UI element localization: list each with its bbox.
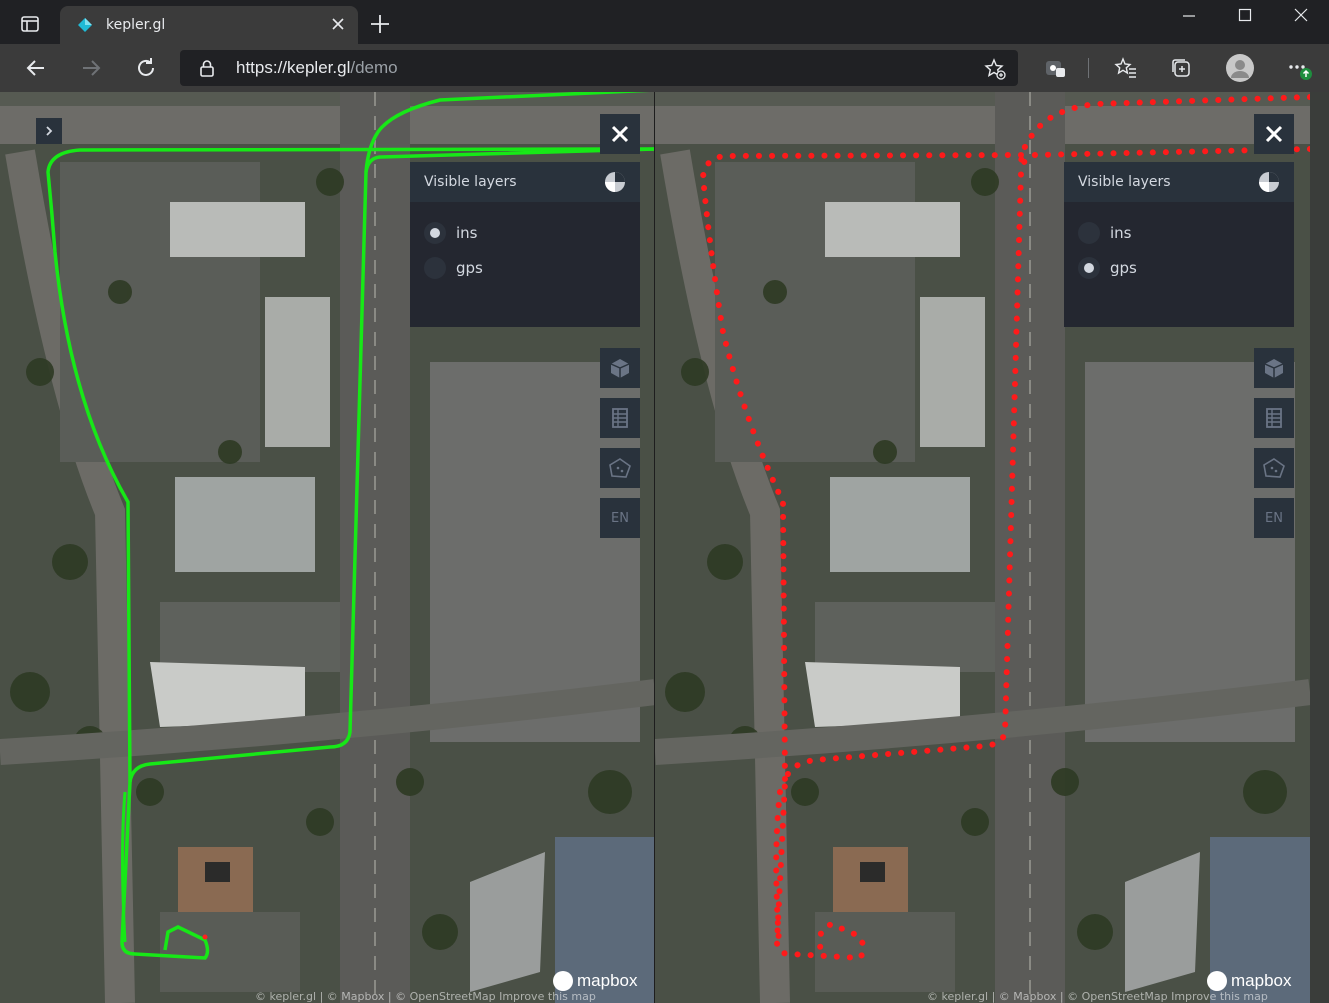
layer-item-ins[interactable]: ins [424,222,478,244]
legend-button[interactable] [1254,398,1294,438]
tab-title: kepler.gl [106,17,166,33]
map-pane-left[interactable]: Visible layers ins gps EN mapbox © keple… [0,92,655,1003]
draw-polygon-icon [609,458,631,478]
legend-button[interactable] [600,398,640,438]
visible-layers-header: Visible layers [1064,162,1294,202]
profile-avatar-icon[interactable] [1224,52,1256,84]
forward-button[interactable] [75,52,107,84]
close-map-button[interactable] [1254,114,1294,154]
mapbox-logo[interactable]: mapbox [553,971,637,991]
settings-more-icon[interactable] [1285,54,1313,82]
back-button[interactable] [20,52,52,84]
mapbox-logo-icon [1207,971,1227,991]
split-map-view: Visible layers ins gps EN mapbox © keple… [0,92,1329,1003]
collections-icon[interactable] [1167,54,1195,82]
new-tab-icon[interactable] [366,10,394,38]
mapbox-logo-icon [553,971,573,991]
visible-layers-title: Visible layers [1078,174,1171,190]
locale-button[interactable]: EN [600,498,640,538]
browser-toolbar: https://kepler.gl/demo [0,44,1329,92]
draw-polygon-icon [1263,458,1285,478]
layer-radio-ins[interactable] [424,222,446,244]
favorites-icon[interactable] [1112,54,1140,82]
legend-list-icon [1266,408,1282,428]
layer-item-gps[interactable]: gps [1078,257,1137,279]
legend-list-icon [612,408,628,428]
add-favorite-icon[interactable] [984,58,1006,80]
locale-button[interactable]: EN [1254,498,1294,538]
map-attribution[interactable]: © kepler.gl | © Mapbox | © OpenStreetMap… [927,990,1268,1003]
layer-label-gps: gps [456,259,483,277]
layer-label-gps: gps [1110,259,1137,277]
tab-close-icon[interactable] [330,16,346,32]
layer-radio-gps[interactable] [1078,257,1100,279]
url-text[interactable]: https://kepler.gl/demo [236,58,398,78]
tab-actions-icon[interactable] [8,6,52,42]
refresh-icon [138,58,154,76]
url-host: https://kepler.gl [236,58,351,77]
kepler-favicon-icon [78,18,92,32]
extension-icon[interactable] [1041,54,1069,82]
page-scrollbar[interactable] [1310,92,1329,1003]
map-attribution[interactable]: © kepler.gl | © Mapbox | © OpenStreetMap… [255,990,596,1003]
expand-sidebar-button[interactable] [36,118,62,144]
refresh-button[interactable] [130,52,162,84]
3d-view-button[interactable] [600,348,640,388]
mapbox-logo-text: mapbox [577,971,638,990]
visible-layers-title: Visible layers [424,174,517,190]
chevron-right-icon [46,126,53,136]
layer-toggle-icon[interactable] [604,171,626,193]
visible-layers-panel: Visible layers ins gps [1064,162,1294,327]
mapbox-logo[interactable]: mapbox [1207,971,1291,991]
close-icon [1265,125,1283,143]
draw-polygon-button[interactable] [1254,448,1294,488]
url-path: /demo [350,58,398,77]
cube-icon [610,359,630,378]
address-bar[interactable]: https://kepler.gl/demo [180,50,1018,86]
visible-layers-header: Visible layers [410,162,640,202]
layer-radio-ins[interactable] [1078,222,1100,244]
cube-icon [1264,359,1284,378]
window-close-icon[interactable] [1273,0,1329,30]
back-arrow-icon [26,60,44,76]
layer-item-ins[interactable]: ins [1078,222,1132,244]
forward-arrow-icon [83,60,101,76]
mapbox-logo-text: mapbox [1231,971,1292,990]
draw-polygon-button[interactable] [600,448,640,488]
close-map-button[interactable] [600,114,640,154]
layer-label-ins: ins [456,224,478,242]
visible-layers-panel: Visible layers ins gps [410,162,640,327]
close-icon [611,125,629,143]
3d-view-button[interactable] [1254,348,1294,388]
layer-label-ins: ins [1110,224,1132,242]
layer-radio-gps[interactable] [424,257,446,279]
layer-item-gps[interactable]: gps [424,257,483,279]
map-pane-right[interactable]: Visible layers ins gps EN mapbox © keple… [655,92,1310,1003]
layer-toggle-icon[interactable] [1258,171,1280,193]
lock-icon[interactable] [198,59,216,77]
maximize-icon[interactable] [1217,0,1273,30]
browser-tab[interactable]: kepler.gl [60,6,358,44]
tab-strip: kepler.gl [0,0,1329,44]
minimize-icon[interactable] [1161,0,1217,30]
toolbar-divider [1088,58,1089,78]
